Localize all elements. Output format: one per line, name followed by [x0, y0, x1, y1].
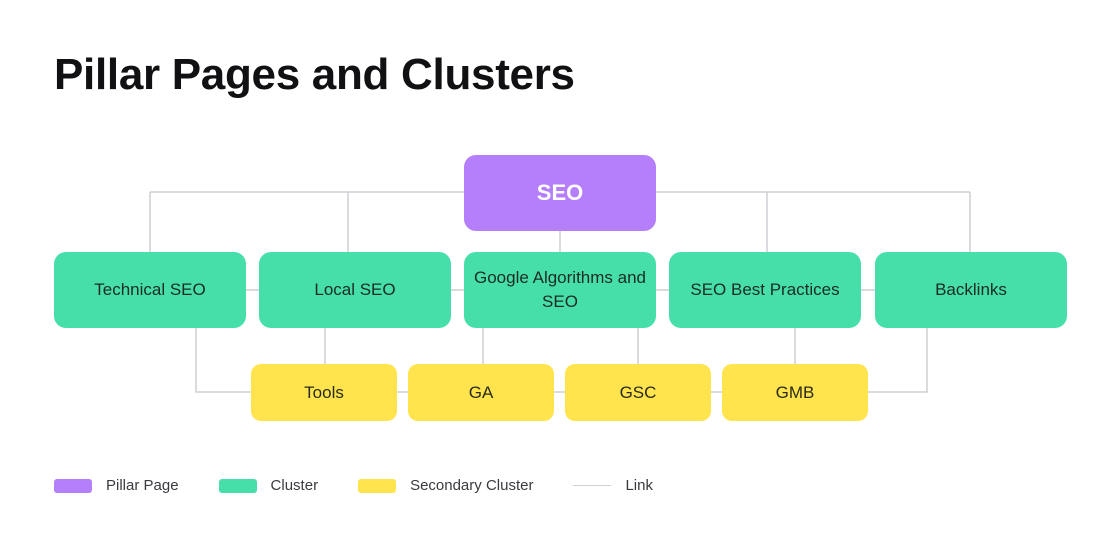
secondary-node-ga: GA [408, 364, 554, 421]
legend-item-secondary: Secondary Cluster [358, 477, 533, 494]
secondary-node-gmb: GMB [722, 364, 868, 421]
secondary-node-gsc: GSC [565, 364, 711, 421]
cluster-swatch-icon [218, 478, 257, 493]
legend-item-link: Link [573, 477, 653, 494]
cluster-node-google-algorithms: Google Algorithms and SEO [464, 252, 656, 328]
secondary-swatch-icon [358, 478, 397, 493]
link-line [866, 328, 928, 393]
cluster-node-seo-best-practices: SEO Best Practices [669, 252, 861, 328]
legend-item-cluster: Cluster [218, 477, 319, 494]
cluster-node-backlinks: Backlinks [875, 252, 1067, 328]
link-line-icon [573, 485, 612, 486]
pillar-node-seo: SEO [464, 155, 656, 231]
legend-item-pillar: Pillar Page [54, 477, 179, 494]
cluster-node-technical-seo: Technical SEO [54, 252, 246, 328]
legend-label: Cluster [270, 477, 319, 494]
legend-label: Secondary Cluster [410, 477, 534, 494]
secondary-node-tools: Tools [251, 364, 397, 421]
pillar-swatch-icon [54, 478, 92, 493]
legend-label: Pillar Page [106, 477, 179, 494]
link-line [195, 328, 251, 393]
legend-label: Link [625, 477, 653, 494]
cluster-node-local-seo: Local SEO [259, 252, 451, 328]
legend: Pillar Page Cluster Secondary Cluster Li… [54, 477, 693, 494]
